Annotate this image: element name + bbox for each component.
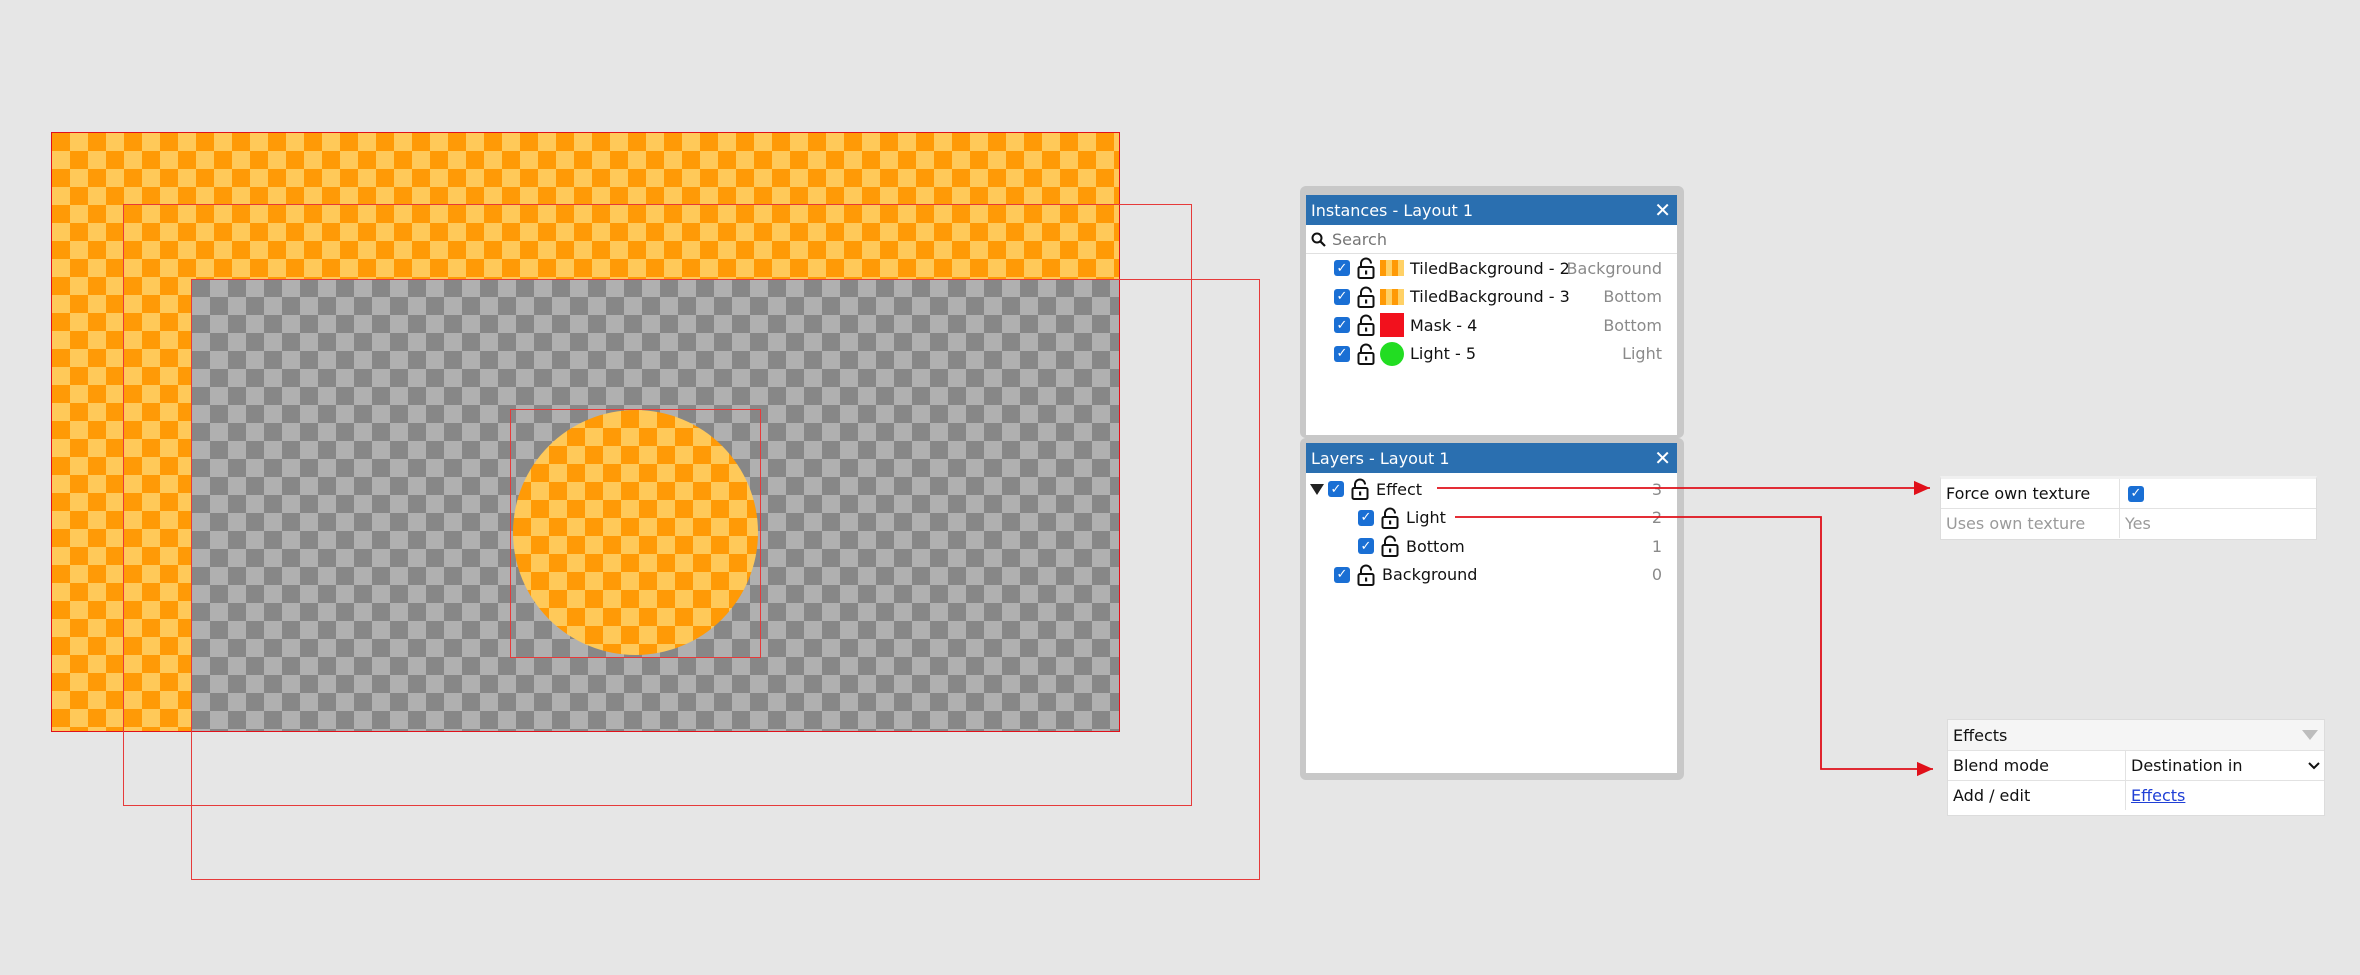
instances-panel-title: Instances - Layout 1 — [1311, 200, 1473, 220]
light-5-bounding-box — [510, 409, 761, 658]
instance-layer: Background — [1566, 258, 1662, 278]
visible-checkbox[interactable]: ✓ — [1334, 260, 1350, 277]
close-icon[interactable]: ✕ — [1654, 200, 1671, 220]
instance-layer: Bottom — [1603, 287, 1662, 307]
blend-mode-label: Blend mode — [1953, 756, 2050, 775]
lock-icon[interactable] — [1356, 257, 1376, 280]
visible-checkbox[interactable]: ✓ — [1334, 345, 1350, 362]
blend-mode-value: Destination in — [2131, 756, 2243, 775]
lock-icon[interactable] — [1356, 343, 1376, 365]
add-edit-label: Add / edit — [1953, 786, 2031, 805]
layer-row-light[interactable]: ✓ Light 2 — [1306, 504, 1677, 533]
lock-icon[interactable] — [1380, 535, 1400, 558]
lock-icon[interactable] — [1356, 314, 1376, 337]
instance-name: TiledBackground - 2 — [1410, 258, 1570, 278]
close-icon[interactable]: ✕ — [1654, 448, 1671, 468]
visible-checkbox[interactable]: ✓ — [1328, 481, 1344, 498]
effects-link[interactable]: Effects — [2131, 786, 2185, 805]
layers-list: ✓ Effect 3 ✓ Light 2 ✓ Bottom 1 ✓ Backgr… — [1306, 473, 1677, 589]
tiled-background-thumbnail — [1380, 288, 1404, 305]
instance-layer: Light — [1622, 344, 1662, 364]
visible-checkbox[interactable]: ✓ — [1334, 317, 1350, 334]
visible-checkbox[interactable]: ✓ — [1334, 288, 1350, 305]
layers-panel-title: Layers - Layout 1 — [1311, 448, 1450, 468]
layer-index: 1 — [1651, 536, 1662, 556]
tiled-background-thumbnail — [1380, 260, 1404, 277]
layer-row-bottom[interactable]: ✓ Bottom 1 — [1306, 532, 1677, 561]
layer-name: Bottom — [1406, 536, 1465, 556]
triangle-down-icon[interactable] — [2302, 730, 2318, 740]
light-thumbnail — [1380, 341, 1404, 366]
uses-own-texture-row: Uses own texture Yes — [1941, 508, 2316, 538]
lock-icon[interactable] — [1350, 478, 1370, 501]
instance-row[interactable]: ✓ Light - 5 Light — [1306, 340, 1677, 369]
force-own-texture-label: Force own texture — [1946, 484, 2091, 503]
instances-search-input[interactable] — [1326, 229, 1632, 249]
instance-row[interactable]: ✓ TiledBackground - 2 Background — [1306, 254, 1677, 283]
uses-own-texture-label: Uses own texture — [1946, 514, 2086, 533]
triangle-down-icon[interactable] — [1310, 483, 1324, 495]
search-icon — [1311, 232, 1326, 247]
layer-name: Effect — [1376, 479, 1423, 499]
instance-row[interactable]: ✓ Mask - 4 Bottom — [1306, 311, 1677, 340]
lock-icon[interactable] — [1380, 507, 1400, 529]
instances-list: ✓ TiledBackground - 2 Background ✓ Tiled… — [1306, 254, 1677, 368]
instances-panel-header[interactable]: Instances - Layout 1 ✕ — [1306, 195, 1677, 225]
instance-layer: Bottom — [1603, 315, 1662, 335]
effects-section-header[interactable]: Effects — [1948, 720, 2324, 750]
force-own-texture-value: ✓ — [2119, 479, 2316, 508]
layers-panel-header[interactable]: Layers - Layout 1 ✕ — [1306, 443, 1677, 473]
instance-name: TiledBackground - 3 — [1410, 287, 1570, 307]
layer-name: Light — [1406, 508, 1446, 528]
texture-properties-grid: Force own texture ✓ Uses own texture Yes — [1940, 476, 2317, 540]
force-own-texture-checkbox[interactable]: ✓ — [2128, 485, 2144, 502]
blend-mode-select[interactable]: Destination in — [2125, 751, 2324, 780]
effects-section-title: Effects — [1953, 725, 2008, 745]
visible-checkbox[interactable]: ✓ — [1358, 538, 1374, 555]
instances-panel: Instances - Layout 1 ✕ ✓ TiledBackground… — [1306, 195, 1677, 435]
layer-index: 3 — [1651, 479, 1662, 499]
blend-mode-row: Blend mode Destination in — [1948, 750, 2324, 780]
uses-own-texture-value: Yes — [2119, 509, 2316, 538]
layer-row-background[interactable]: ✓ Background 0 — [1306, 561, 1677, 590]
lock-icon[interactable] — [1356, 564, 1376, 586]
effects-link-cell: Effects — [2125, 781, 2324, 810]
visible-checkbox[interactable]: ✓ — [1334, 566, 1350, 583]
instance-row[interactable]: ✓ TiledBackground - 3 Bottom — [1306, 283, 1677, 312]
add-edit-row: Add / edit Effects — [1948, 780, 2324, 810]
instance-name: Mask - 4 — [1410, 315, 1478, 335]
layers-panel: Layers - Layout 1 ✕ ✓ Effect 3 ✓ Light 2 — [1306, 443, 1677, 773]
instance-name: Light - 5 — [1410, 344, 1477, 364]
lock-icon[interactable] — [1356, 286, 1376, 308]
effects-properties-grid: Effects Blend mode Destination in Add / … — [1947, 719, 2325, 816]
layer-name: Background — [1382, 565, 1478, 585]
visible-checkbox[interactable]: ✓ — [1358, 509, 1374, 526]
layer-row-effect[interactable]: ✓ Effect 3 — [1306, 475, 1677, 504]
layer-index: 0 — [1651, 565, 1662, 585]
mask-thumbnail — [1380, 313, 1404, 338]
force-own-texture-row: Force own texture ✓ — [1941, 479, 2316, 508]
instances-search-row — [1306, 225, 1677, 254]
layer-index: 2 — [1651, 508, 1662, 528]
chevron-down-icon — [2308, 761, 2320, 769]
